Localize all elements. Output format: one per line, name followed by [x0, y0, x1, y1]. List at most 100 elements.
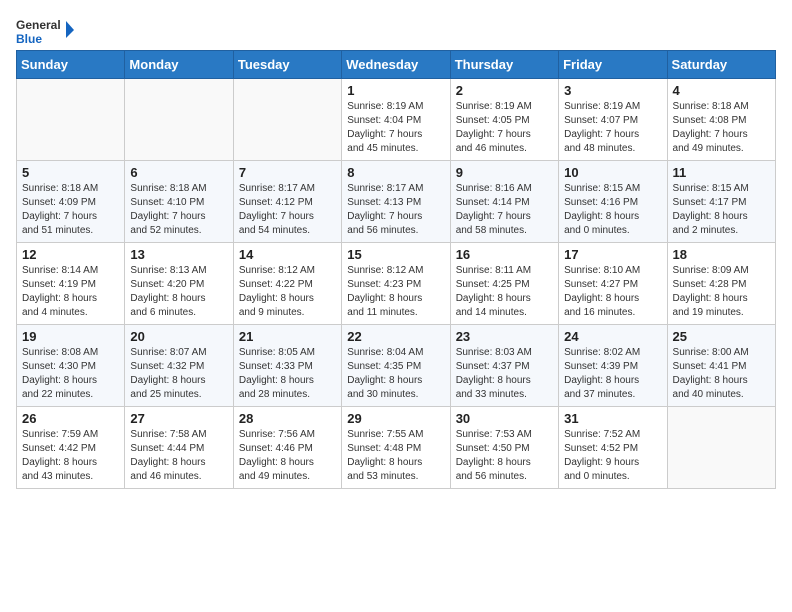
calendar-cell: 29 Sunrise: 7:55 AM Sunset: 4:48 PM Dayli… — [342, 407, 450, 489]
day-number: 21 — [239, 329, 336, 344]
day-info: Sunrise: 7:53 AM Sunset: 4:50 PM Dayligh… — [456, 428, 553, 484]
weekday-header-thursday: Thursday — [450, 51, 558, 79]
day-number: 10 — [564, 165, 661, 180]
day-info: Sunrise: 8:17 AM Sunset: 4:12 PM Dayligh… — [239, 182, 336, 238]
weekday-header-tuesday: Tuesday — [233, 51, 341, 79]
weekday-header-wednesday: Wednesday — [342, 51, 450, 79]
week-row-1: 5 Sunrise: 8:18 AM Sunset: 4:09 PM Daylig… — [17, 161, 776, 243]
day-info: Sunrise: 8:18 AM Sunset: 4:09 PM Dayligh… — [22, 182, 119, 238]
calendar-cell: 25 Sunrise: 8:00 AM Sunset: 4:41 PM Dayli… — [667, 325, 775, 407]
day-info: Sunrise: 8:16 AM Sunset: 4:14 PM Dayligh… — [456, 182, 553, 238]
day-number: 2 — [456, 83, 553, 98]
calendar-cell: 4Sunrise: 8:18 AM Sunset: 4:08 PM Daylig… — [667, 79, 775, 161]
calendar-cell: 11Sunrise: 8:15 AM Sunset: 4:17 PM Dayli… — [667, 161, 775, 243]
day-number: 31 — [564, 411, 661, 426]
logo-svg: GeneralBlue — [16, 16, 76, 46]
weekday-header-sunday: Sunday — [17, 51, 125, 79]
day-number: 9 — [456, 165, 553, 180]
header: GeneralBlue — [16, 16, 776, 46]
calendar-cell: 8Sunrise: 8:17 AM Sunset: 4:13 PM Daylig… — [342, 161, 450, 243]
day-number: 26 — [22, 411, 119, 426]
calendar-cell — [17, 79, 125, 161]
calendar-cell: 22 Sunrise: 8:04 AM Sunset: 4:35 PM Dayli… — [342, 325, 450, 407]
logo: GeneralBlue — [16, 16, 76, 46]
week-row-4: 26 Sunrise: 7:59 AM Sunset: 4:42 PM Dayli… — [17, 407, 776, 489]
day-number: 16 — [456, 247, 553, 262]
calendar-cell: 2 Sunrise: 8:19 AM Sunset: 4:05 PM Daylig… — [450, 79, 558, 161]
day-info: Sunrise: 8:04 AM Sunset: 4:35 PM Dayligh… — [347, 346, 444, 402]
day-number: 5 — [22, 165, 119, 180]
day-info: Sunrise: 8:19 AM Sunset: 4:04 PM Dayligh… — [347, 100, 444, 156]
calendar-cell: 17 Sunrise: 8:10 AM Sunset: 4:27 PM Dayli… — [559, 243, 667, 325]
day-info: Sunrise: 7:52 AM Sunset: 4:52 PM Dayligh… — [564, 428, 661, 484]
day-number: 30 — [456, 411, 553, 426]
calendar-cell: 30 Sunrise: 7:53 AM Sunset: 4:50 PM Dayli… — [450, 407, 558, 489]
weekday-header-saturday: Saturday — [667, 51, 775, 79]
day-number: 25 — [673, 329, 770, 344]
calendar-cell: 6 Sunrise: 8:18 AM Sunset: 4:10 PM Daylig… — [125, 161, 233, 243]
day-number: 20 — [130, 329, 227, 344]
day-info: Sunrise: 8:18 AM Sunset: 4:10 PM Dayligh… — [130, 182, 227, 238]
day-number: 11 — [673, 165, 770, 180]
calendar-cell — [667, 407, 775, 489]
day-info: Sunrise: 8:02 AM Sunset: 4:39 PM Dayligh… — [564, 346, 661, 402]
day-info: Sunrise: 8:05 AM Sunset: 4:33 PM Dayligh… — [239, 346, 336, 402]
day-number: 22 — [347, 329, 444, 344]
day-info: Sunrise: 7:59 AM Sunset: 4:42 PM Dayligh… — [22, 428, 119, 484]
calendar-cell: 31 Sunrise: 7:52 AM Sunset: 4:52 PM Dayli… — [559, 407, 667, 489]
calendar-cell — [125, 79, 233, 161]
day-info: Sunrise: 8:07 AM Sunset: 4:32 PM Dayligh… — [130, 346, 227, 402]
calendar-cell: 16 Sunrise: 8:11 AM Sunset: 4:25 PM Dayli… — [450, 243, 558, 325]
day-number: 24 — [564, 329, 661, 344]
day-info: Sunrise: 8:11 AM Sunset: 4:25 PM Dayligh… — [456, 264, 553, 320]
calendar-cell: 12Sunrise: 8:14 AM Sunset: 4:19 PM Dayli… — [17, 243, 125, 325]
day-info: Sunrise: 8:19 AM Sunset: 4:05 PM Dayligh… — [456, 100, 553, 156]
calendar-cell: 7 Sunrise: 8:17 AM Sunset: 4:12 PM Daylig… — [233, 161, 341, 243]
week-row-2: 12Sunrise: 8:14 AM Sunset: 4:19 PM Dayli… — [17, 243, 776, 325]
day-info: Sunrise: 8:19 AM Sunset: 4:07 PM Dayligh… — [564, 100, 661, 156]
day-number: 17 — [564, 247, 661, 262]
calendar-cell: 21 Sunrise: 8:05 AM Sunset: 4:33 PM Dayli… — [233, 325, 341, 407]
day-number: 29 — [347, 411, 444, 426]
calendar-table: SundayMondayTuesdayWednesdayThursdayFrid… — [16, 50, 776, 489]
day-number: 19 — [22, 329, 119, 344]
weekday-header-monday: Monday — [125, 51, 233, 79]
weekday-header-row: SundayMondayTuesdayWednesdayThursdayFrid… — [17, 51, 776, 79]
day-number: 4 — [673, 83, 770, 98]
day-info: Sunrise: 8:17 AM Sunset: 4:13 PM Dayligh… — [347, 182, 444, 238]
svg-text:Blue: Blue — [16, 32, 42, 46]
day-number: 1 — [347, 83, 444, 98]
day-number: 18 — [673, 247, 770, 262]
day-number: 23 — [456, 329, 553, 344]
day-number: 12 — [22, 247, 119, 262]
day-number: 13 — [130, 247, 227, 262]
calendar-cell: 23 Sunrise: 8:03 AM Sunset: 4:37 PM Dayli… — [450, 325, 558, 407]
calendar-cell — [233, 79, 341, 161]
day-number: 6 — [130, 165, 227, 180]
calendar-cell: 9 Sunrise: 8:16 AM Sunset: 4:14 PM Daylig… — [450, 161, 558, 243]
day-info: Sunrise: 8:03 AM Sunset: 4:37 PM Dayligh… — [456, 346, 553, 402]
day-info: Sunrise: 7:58 AM Sunset: 4:44 PM Dayligh… — [130, 428, 227, 484]
day-number: 15 — [347, 247, 444, 262]
calendar-cell: 26 Sunrise: 7:59 AM Sunset: 4:42 PM Dayli… — [17, 407, 125, 489]
calendar-cell: 10Sunrise: 8:15 AM Sunset: 4:16 PM Dayli… — [559, 161, 667, 243]
day-number: 3 — [564, 83, 661, 98]
day-info: Sunrise: 7:55 AM Sunset: 4:48 PM Dayligh… — [347, 428, 444, 484]
day-info: Sunrise: 8:00 AM Sunset: 4:41 PM Dayligh… — [673, 346, 770, 402]
calendar-cell: 20 Sunrise: 8:07 AM Sunset: 4:32 PM Dayli… — [125, 325, 233, 407]
calendar-cell: 3 Sunrise: 8:19 AM Sunset: 4:07 PM Daylig… — [559, 79, 667, 161]
day-number: 14 — [239, 247, 336, 262]
day-info: Sunrise: 8:09 AM Sunset: 4:28 PM Dayligh… — [673, 264, 770, 320]
calendar-cell: 18 Sunrise: 8:09 AM Sunset: 4:28 PM Dayli… — [667, 243, 775, 325]
calendar-cell: 1 Sunrise: 8:19 AM Sunset: 4:04 PM Daylig… — [342, 79, 450, 161]
calendar-cell: 15 Sunrise: 8:12 AM Sunset: 4:23 PM Dayli… — [342, 243, 450, 325]
week-row-0: 1 Sunrise: 8:19 AM Sunset: 4:04 PM Daylig… — [17, 79, 776, 161]
day-info: Sunrise: 7:56 AM Sunset: 4:46 PM Dayligh… — [239, 428, 336, 484]
day-info: Sunrise: 8:10 AM Sunset: 4:27 PM Dayligh… — [564, 264, 661, 320]
calendar-cell: 28Sunrise: 7:56 AM Sunset: 4:46 PM Dayli… — [233, 407, 341, 489]
calendar-cell: 27 Sunrise: 7:58 AM Sunset: 4:44 PM Dayli… — [125, 407, 233, 489]
day-info: Sunrise: 8:12 AM Sunset: 4:23 PM Dayligh… — [347, 264, 444, 320]
week-row-3: 19Sunrise: 8:08 AM Sunset: 4:30 PM Dayli… — [17, 325, 776, 407]
day-number: 7 — [239, 165, 336, 180]
day-number: 27 — [130, 411, 227, 426]
